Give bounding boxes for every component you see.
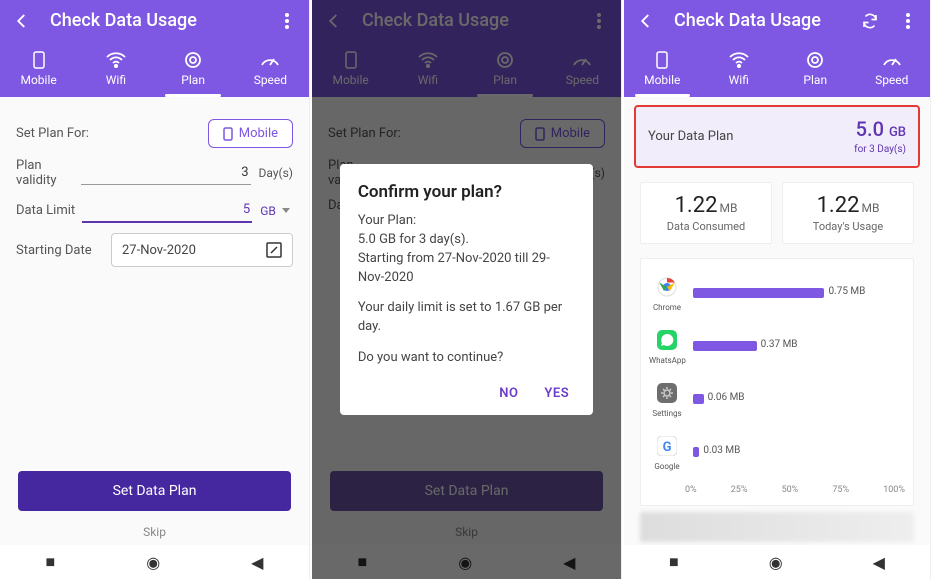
set-plan-for-label: Set Plan For:	[16, 126, 111, 141]
tab-bar: Mobile Wifi Plan Speed	[624, 41, 930, 97]
limit-input[interactable]	[82, 198, 252, 223]
tab-speed[interactable]: Speed	[854, 41, 931, 97]
app-row-chrome[interactable]: Chrome0.75 MB	[649, 273, 905, 312]
tab-plan[interactable]: Plan	[777, 41, 854, 97]
system-navbar: ■ ◉ ◀	[0, 545, 309, 579]
phone-icon	[0, 49, 77, 71]
plan-mode-button[interactable]: Mobile	[208, 119, 293, 148]
dialog-yes-button[interactable]: YES	[544, 386, 569, 401]
tab-mobile[interactable]: Mobile	[0, 41, 77, 97]
app-title: Check Data Usage	[50, 10, 259, 31]
app-row-google[interactable]: GGoogle0.03 MB	[649, 432, 905, 471]
screen-plan-setup: Check Data Usage Mobile Wifi Plan Speed …	[0, 0, 310, 579]
tab-speed[interactable]: Speed	[232, 41, 309, 97]
tab-wifi[interactable]: Wifi	[701, 41, 778, 97]
app-title: Check Data Usage	[674, 10, 842, 31]
chrome-icon	[653, 273, 681, 301]
app-row-settings[interactable]: Settings0.06 MB	[649, 379, 905, 418]
limit-unit-dropdown[interactable]: GB	[252, 204, 293, 218]
dialog-daily-limit: Your daily limit is set to 1.67 GB per d…	[358, 299, 575, 337]
svg-text:G: G	[663, 440, 672, 455]
stat-consumed[interactable]: 1.22MB Data Consumed	[640, 182, 772, 244]
nav-back-icon[interactable]: ◀	[251, 553, 263, 572]
date-picker[interactable]: 27-Nov-2020	[111, 233, 293, 267]
limit-label: Data Limit	[16, 203, 82, 218]
validity-suffix: Day(s)	[251, 166, 293, 180]
back-icon[interactable]	[636, 11, 656, 31]
edit-icon	[266, 242, 282, 258]
nav-recent-icon[interactable]: ■	[46, 552, 56, 572]
google-icon: G	[653, 432, 681, 460]
plan-icon	[777, 49, 854, 71]
screen-confirm-dialog: Check Data Usage Mobile Wifi Plan Speed …	[312, 0, 622, 579]
set-plan-button[interactable]: Set Data Plan	[18, 471, 291, 511]
dialog-question: Do you want to continue?	[358, 349, 575, 368]
usage-stats: 1.22MB Data Consumed 1.22MB Today's Usag…	[640, 182, 914, 244]
phone-icon	[223, 127, 233, 141]
refresh-icon[interactable]	[860, 11, 880, 31]
phone-icon	[624, 49, 701, 71]
system-navbar: ■ ◉ ◀	[624, 545, 930, 579]
settings-icon	[653, 379, 681, 407]
validity-input[interactable]	[81, 161, 251, 185]
overflow-icon[interactable]	[898, 11, 918, 31]
speed-icon	[232, 49, 309, 71]
dialog-title: Confirm your plan?	[358, 182, 575, 202]
plan-summary-card[interactable]: Your Data Plan 5.0 GB for 3 Day(s)	[634, 105, 920, 168]
tab-plan[interactable]: Plan	[155, 41, 232, 97]
tab-wifi[interactable]: Wifi	[77, 41, 154, 97]
date-label: Starting Date	[16, 243, 111, 258]
plan-summary-label: Your Data Plan	[648, 129, 733, 144]
chart-axis: 0%25%50%75%100%	[685, 485, 905, 495]
nav-recent-icon[interactable]: ■	[669, 552, 679, 572]
app-header: Check Data Usage	[0, 0, 309, 41]
bottom-actions: Set Data Plan Skip	[0, 471, 309, 539]
nav-home-icon[interactable]: ◉	[769, 553, 783, 572]
app-usage-chart: Chrome0.75 MB WhatsApp0.37 MB Settings0.06…	[640, 258, 914, 506]
app-header: Check Data Usage	[624, 0, 930, 41]
confirm-dialog: Confirm your plan? Your Plan: 5.0 GB for…	[340, 164, 593, 415]
speed-icon	[854, 49, 931, 71]
usage-content: Your Data Plan 5.0 GB for 3 Day(s) 1.22M…	[624, 97, 930, 579]
dialog-scrim[interactable]: Confirm your plan? Your Plan: 5.0 GB for…	[312, 0, 621, 579]
blurred-region	[640, 512, 914, 542]
screen-usage-dashboard: Check Data Usage Mobile Wifi Plan Speed …	[624, 0, 931, 579]
dialog-no-button[interactable]: NO	[499, 386, 518, 401]
skip-link[interactable]: Skip	[18, 525, 291, 539]
overflow-icon[interactable]	[277, 11, 297, 31]
wifi-icon	[701, 49, 778, 71]
chevron-down-icon	[282, 208, 290, 213]
whatsapp-icon	[653, 326, 681, 354]
nav-home-icon[interactable]: ◉	[146, 553, 160, 572]
tab-mobile[interactable]: Mobile	[624, 41, 701, 97]
stat-today[interactable]: 1.22MB Today's Usage	[782, 182, 914, 244]
validity-label: Plan validity	[16, 158, 81, 188]
app-row-whatsapp[interactable]: WhatsApp0.37 MB	[649, 326, 905, 365]
dialog-body: Your Plan: 5.0 GB for 3 day(s). Starting…	[358, 212, 575, 287]
plan-icon	[155, 49, 232, 71]
back-icon[interactable]	[12, 11, 32, 31]
tab-bar: Mobile Wifi Plan Speed	[0, 41, 309, 97]
wifi-icon	[77, 49, 154, 71]
nav-back-icon[interactable]: ◀	[873, 553, 885, 572]
